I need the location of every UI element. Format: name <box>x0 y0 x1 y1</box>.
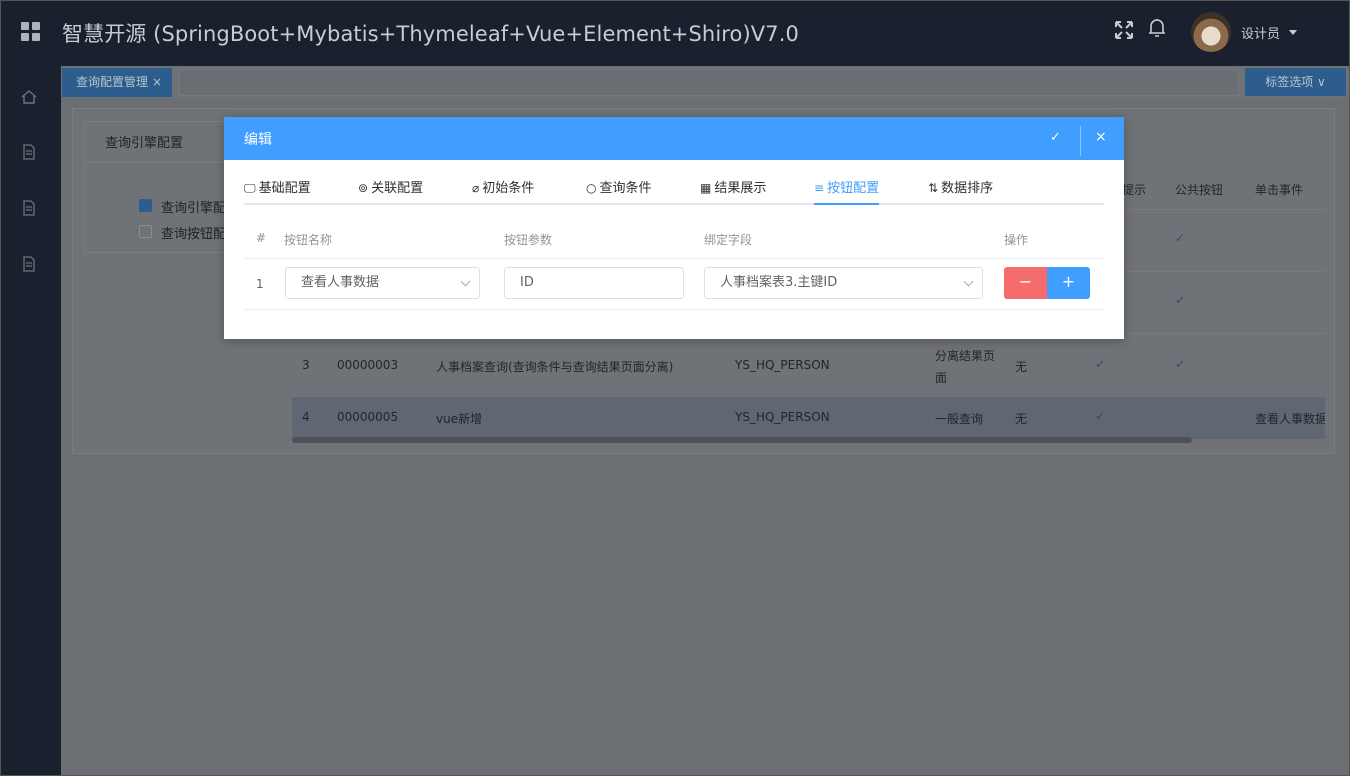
column-header: # <box>256 231 267 245</box>
table-cell: 人事档案查询(查询条件与查询结果页面分离) <box>436 360 674 374</box>
check-icon: ✓ <box>1175 231 1186 245</box>
tab-label: 数据排序 <box>941 181 994 196</box>
sliders-icon: ≡ <box>814 181 825 195</box>
tab-basic-config[interactable]: 🖵 基础配置 <box>244 177 311 205</box>
table-cell: YS_HQ_PERSON <box>735 358 830 372</box>
check-icon: ✓ <box>1095 357 1106 371</box>
add-row-button[interactable]: + <box>1047 267 1090 299</box>
link-icon: ⊚ <box>358 181 369 195</box>
dialog-tabs: 🖵 基础配置 ⊚ 关联配置 ⌀ 初始条件 ○ 查询条件 ▦ 结果展示 ≡ 按钮配置 ⇅ 数据排… <box>244 160 1104 205</box>
tab-bar: 查询配置管理 × 标签选项 ∨ <box>61 66 1350 98</box>
home-icon[interactable] <box>20 88 38 106</box>
tab-relation-config[interactable]: ⊚ 关联配置 <box>358 177 423 205</box>
header-separator <box>1080 126 1081 156</box>
tab-button-config[interactable]: ≡ 按钮配置 <box>814 177 880 205</box>
remove-row-button[interactable]: − <box>1004 267 1047 299</box>
column-header: 按钮参数 <box>504 233 553 247</box>
check-icon: ✓ <box>1095 409 1106 423</box>
menu-grid-icon[interactable] <box>21 22 41 42</box>
tab-label: 查询条件 <box>599 181 652 196</box>
table-cell: 无 <box>1015 412 1028 426</box>
tab-query-conditions[interactable]: ○ 查询条件 <box>586 177 652 205</box>
edit-dialog: 编辑 ✓ × 🖵 基础配置 ⊚ 关联配置 ⌀ 初始条件 ○ 查询条件 ▦ 结果展示 ≡ 按钮… <box>224 117 1124 339</box>
header-divider <box>244 258 1104 259</box>
row-divider <box>244 309 1104 310</box>
table-cell: 3 <box>302 358 310 372</box>
table-cell: 无 <box>1015 360 1028 374</box>
tab-label: 基础配置 <box>258 181 311 196</box>
tab-label: 结果展示 <box>714 181 767 196</box>
table-cell: 一般查询 <box>935 412 984 426</box>
tab-label: 关联配置 <box>371 181 424 196</box>
table-cell: vue新增 <box>436 412 483 426</box>
document-icon[interactable] <box>20 199 38 217</box>
dialog-title: 编辑 <box>244 132 272 148</box>
column-header: 按钮名称 <box>284 233 333 247</box>
select-value: 人事档案表3.主键ID <box>720 275 838 290</box>
table-cell: 面 <box>935 371 948 385</box>
confirm-check-icon[interactable]: ✓ <box>1050 130 1061 145</box>
table-cell: YS_HQ_PERSON <box>735 410 830 424</box>
tab-strip <box>179 69 1239 96</box>
input-value: ID <box>520 275 534 290</box>
tab-data-sort[interactable]: ⇅ 数据排序 <box>928 177 993 205</box>
dialog-header: 编辑 ✓ × <box>224 117 1124 160</box>
bind-field-select[interactable]: 人事档案表3.主键ID <box>704 267 983 299</box>
app-title: 智慧开源 (SpringBoot+Mybatis+Thymeleaf+Vue+E… <box>62 22 799 46</box>
sidebar <box>0 66 61 776</box>
row-number: 1 <box>256 277 264 291</box>
checkbox[interactable] <box>139 199 152 212</box>
sort-icon: ⇅ <box>928 181 939 195</box>
close-icon[interactable]: × <box>152 75 162 89</box>
close-icon[interactable]: × <box>1095 129 1107 145</box>
check-icon: ✓ <box>1175 357 1186 371</box>
user-name[interactable]: 设计员 <box>1241 23 1280 42</box>
monitor-icon: 🖵 <box>244 181 256 195</box>
table-cell: 00000003 <box>337 358 399 372</box>
tab-query-config[interactable]: 查询配置管理 × <box>62 68 173 97</box>
document-icon[interactable] <box>20 143 38 161</box>
tree-item-label[interactable]: 查询引擎配 <box>161 197 226 216</box>
column-header: 提示 <box>1122 183 1147 197</box>
column-header: 单击事件 <box>1255 183 1304 197</box>
tab-label: 按钮配置 <box>827 181 880 196</box>
check-icon: ✓ <box>1175 293 1186 307</box>
button-param-input[interactable]: ID <box>504 267 684 299</box>
table-cell: 查看人事数据 <box>1255 412 1325 426</box>
fullscreen-icon[interactable] <box>1112 18 1136 42</box>
top-header: 智慧开源 (SpringBoot+Mybatis+Thymeleaf+Vue+E… <box>0 0 1350 66</box>
tab-label: 初始条件 <box>482 181 535 196</box>
search-icon: ○ <box>586 181 597 195</box>
checkbox[interactable] <box>139 225 152 238</box>
tab-label: 查询配置管理 <box>76 75 149 89</box>
column-header: 绑定字段 <box>704 233 753 247</box>
table-cell: 4 <box>302 410 310 424</box>
tab-result-display[interactable]: ▦ 结果展示 <box>700 177 766 205</box>
tree-item-label[interactable]: 查询按钮配 <box>161 223 226 242</box>
card-title: 查询引擎配置 <box>105 136 184 151</box>
chevron-down-icon <box>963 276 974 287</box>
chevron-down-icon <box>460 276 471 287</box>
user-avatar[interactable] <box>1191 12 1231 52</box>
horizontal-scrollbar[interactable] <box>292 437 1192 443</box>
column-header: 公共按钮 <box>1175 183 1224 197</box>
bell-icon[interactable] <box>1145 16 1169 40</box>
calendar-icon: ▦ <box>700 181 712 195</box>
document-icon[interactable] <box>20 255 38 273</box>
tab-initial-conditions[interactable]: ⌀ 初始条件 <box>472 177 534 205</box>
button-name-select[interactable]: 查看人事数据 <box>285 267 480 299</box>
paperclip-icon: ⌀ <box>472 181 480 195</box>
select-value: 查看人事数据 <box>301 275 380 290</box>
tab-options-button[interactable]: 标签选项 ∨ <box>1245 68 1346 96</box>
table-cell: 分离结果页 <box>935 349 996 363</box>
user-dropdown-caret-icon[interactable] <box>1289 30 1297 35</box>
column-header: 操作 <box>1004 233 1029 247</box>
table-cell: 00000005 <box>337 410 399 424</box>
